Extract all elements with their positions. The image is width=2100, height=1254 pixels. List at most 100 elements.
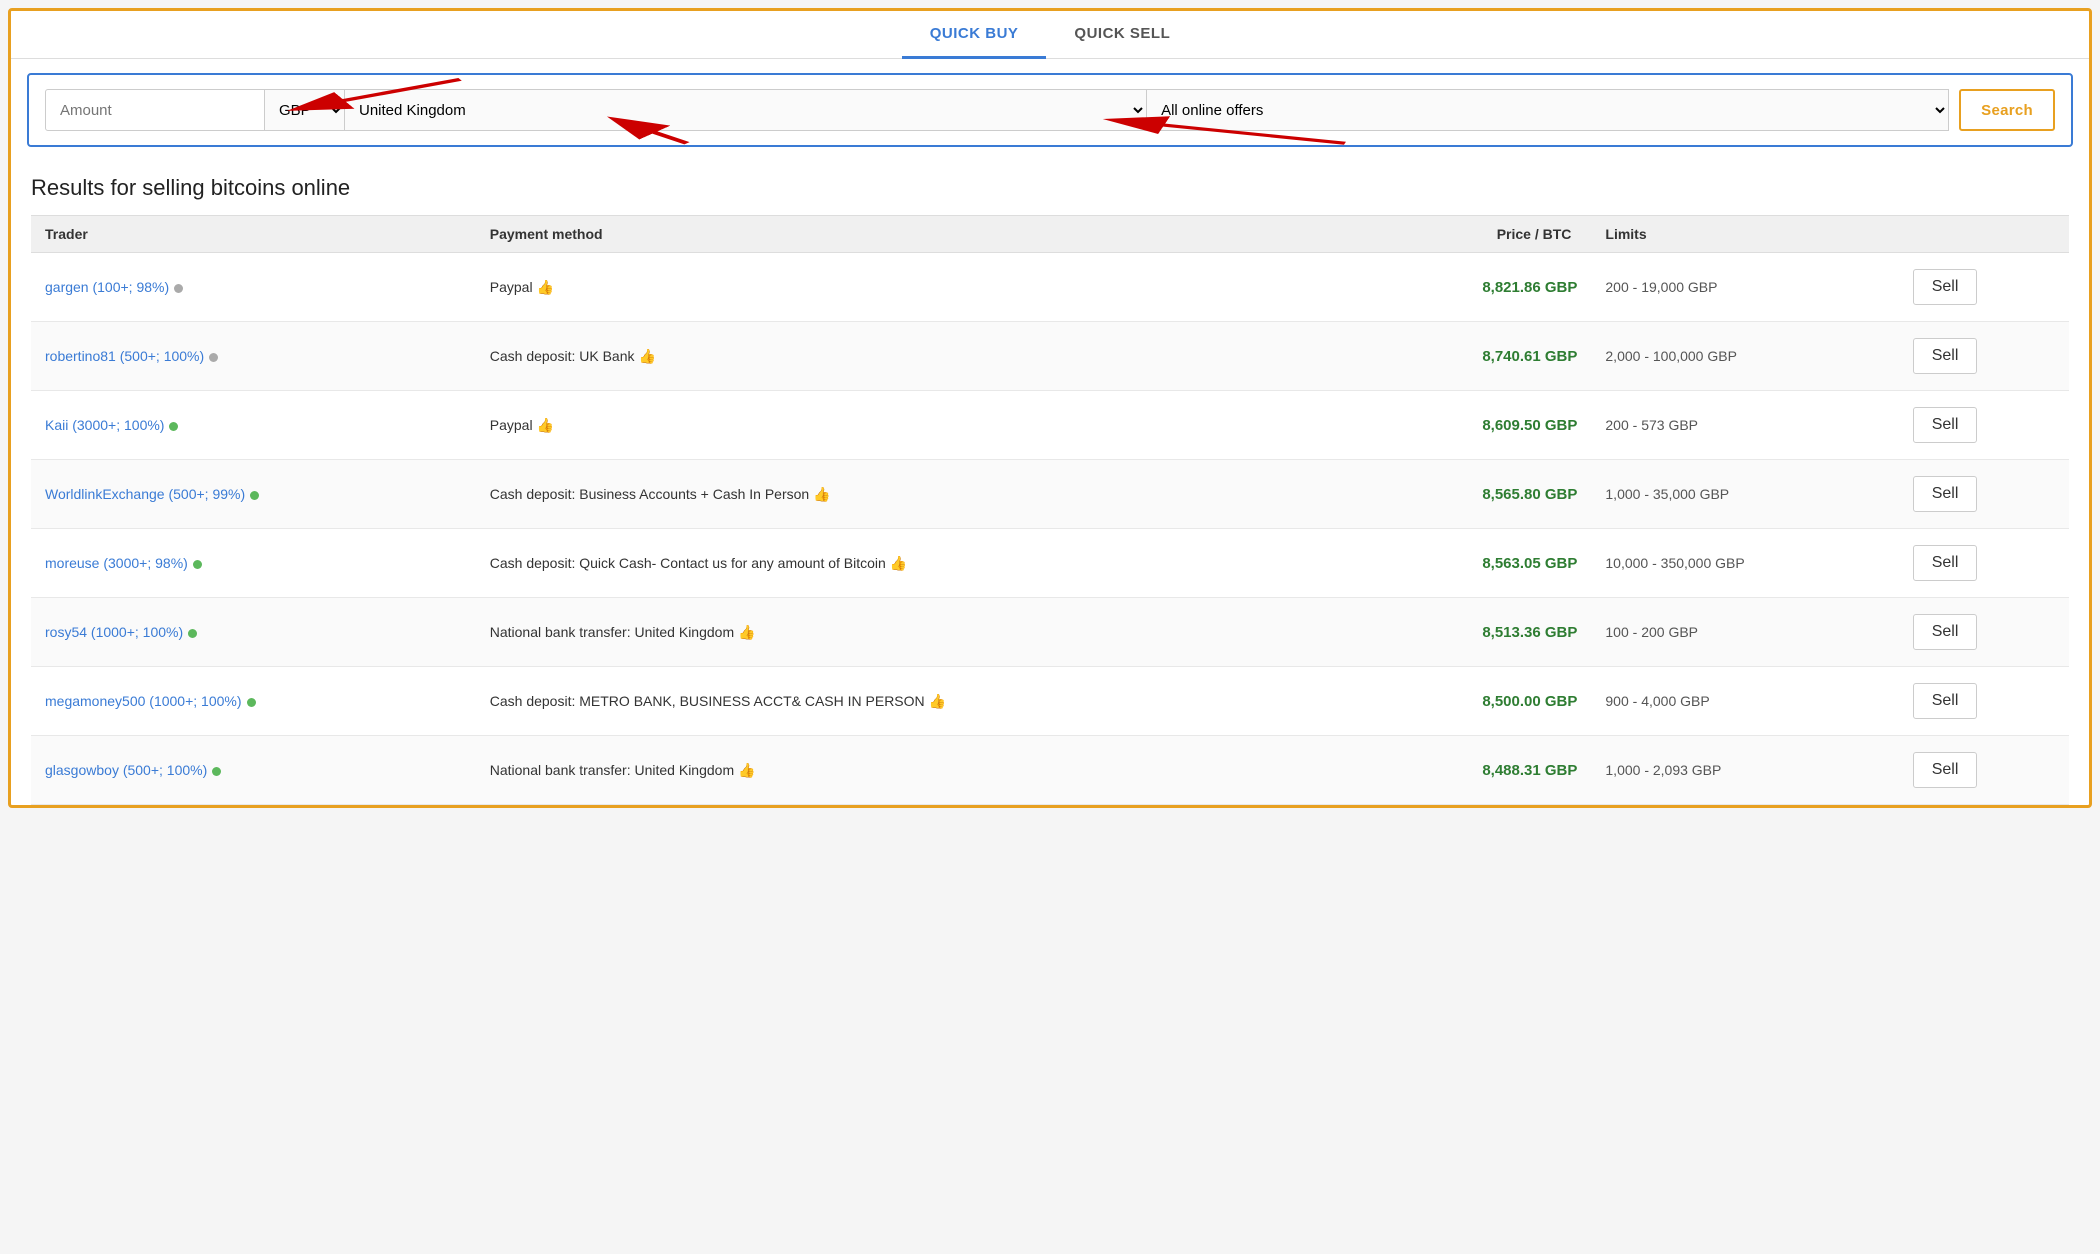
price-value: 8,563.05 GBP: [1482, 555, 1577, 572]
online-status-dot: [193, 560, 202, 569]
price-value: 8,740.61 GBP: [1482, 348, 1577, 365]
sell-button[interactable]: Sell: [1913, 614, 1978, 650]
limits-cell: 10,000 - 350,000 GBP: [1591, 529, 1898, 598]
thumbs-up-icon: 👍: [929, 693, 946, 709]
limits-cell: 100 - 200 GBP: [1591, 598, 1898, 667]
online-status-dot: [209, 353, 218, 362]
table-row: megamoney500 (1000+; 100%) Cash deposit: …: [31, 667, 2069, 736]
trader-name[interactable]: moreuse (3000+; 98%): [45, 555, 188, 571]
payment-method-text: Paypal: [490, 417, 533, 433]
trader-name[interactable]: megamoney500 (1000+; 100%): [45, 693, 242, 709]
price-value: 8,565.80 GBP: [1482, 486, 1577, 503]
trader-name[interactable]: gargen (100+; 98%): [45, 279, 169, 295]
trader-cell: gargen (100+; 98%): [31, 253, 476, 322]
price-value: 8,513.36 GBP: [1482, 624, 1577, 641]
thumbs-up-icon: 👍: [890, 555, 907, 571]
col-trader: Trader: [31, 216, 476, 253]
thumbs-up-icon: 👍: [813, 486, 830, 502]
col-limits: Limits: [1591, 216, 1898, 253]
payment-cell: National bank transfer: United Kingdom👍: [476, 736, 1366, 805]
thumbs-up-icon: 👍: [537, 417, 554, 433]
limits-cell: 900 - 4,000 GBP: [1591, 667, 1898, 736]
col-action: [1899, 216, 2069, 253]
sell-cell: Sell: [1899, 598, 2069, 667]
sell-button[interactable]: Sell: [1913, 752, 1978, 788]
limits-cell: 1,000 - 2,093 GBP: [1591, 736, 1898, 805]
payment-cell: National bank transfer: United Kingdom👍: [476, 598, 1366, 667]
results-title: Results for selling bitcoins online: [31, 175, 2069, 201]
sell-button[interactable]: Sell: [1913, 407, 1978, 443]
currency-select[interactable]: GBP USD EUR: [265, 89, 345, 131]
trader-cell: Kaii (3000+; 100%): [31, 391, 476, 460]
online-status-dot: [169, 422, 178, 431]
online-status-dot: [212, 767, 221, 776]
online-status-dot: [250, 491, 259, 500]
limits-cell: 1,000 - 35,000 GBP: [1591, 460, 1898, 529]
payment-method-text: National bank transfer: United Kingdom: [490, 624, 734, 640]
sell-cell: Sell: [1899, 253, 2069, 322]
limits-cell: 200 - 573 GBP: [1591, 391, 1898, 460]
sell-button[interactable]: Sell: [1913, 683, 1978, 719]
country-select[interactable]: United Kingdom United States Germany: [345, 89, 1147, 131]
table-row: glasgowboy (500+; 100%) National bank tra…: [31, 736, 2069, 805]
payment-cell: Cash deposit: Business Accounts + Cash I…: [476, 460, 1366, 529]
trader-cell: robertino81 (500+; 100%): [31, 322, 476, 391]
col-price: Price / BTC: [1365, 216, 1591, 253]
sell-cell: Sell: [1899, 667, 2069, 736]
search-button[interactable]: Search: [1959, 89, 2055, 131]
trader-name[interactable]: Kaii (3000+; 100%): [45, 417, 164, 433]
payment-cell: Cash deposit: UK Bank👍: [476, 322, 1366, 391]
offers-select[interactable]: All online offers Paypal Bank transfer: [1147, 89, 1949, 131]
online-status-dot: [188, 629, 197, 638]
trader-name[interactable]: WorldlinkExchange (500+; 99%): [45, 486, 245, 502]
online-status-dot: [247, 698, 256, 707]
trader-cell: moreuse (3000+; 98%): [31, 529, 476, 598]
trader-name[interactable]: robertino81 (500+; 100%): [45, 348, 204, 364]
trader-name[interactable]: rosy54 (1000+; 100%): [45, 624, 183, 640]
price-value: 8,500.00 GBP: [1482, 693, 1577, 710]
payment-cell: Cash deposit: Quick Cash- Contact us for…: [476, 529, 1366, 598]
results-section: Results for selling bitcoins online Trad…: [11, 161, 2089, 805]
table-row: rosy54 (1000+; 100%) National bank transf…: [31, 598, 2069, 667]
price-value: 8,488.31 GBP: [1482, 762, 1577, 779]
trader-cell: glasgowboy (500+; 100%): [31, 736, 476, 805]
limits-cell: 200 - 19,000 GBP: [1591, 253, 1898, 322]
payment-method-text: Cash deposit: METRO BANK, BUSINESS ACCT&…: [490, 693, 925, 709]
table-row: gargen (100+; 98%) Paypal👍 8,821.86 GBP 200…: [31, 253, 2069, 322]
price-cell: 8,563.05 GBP: [1365, 529, 1591, 598]
sell-cell: Sell: [1899, 460, 2069, 529]
tab-quick-sell[interactable]: QUICK SELL: [1046, 11, 1198, 59]
payment-method-text: Paypal: [490, 279, 533, 295]
amount-input[interactable]: [45, 89, 265, 131]
price-cell: 8,513.36 GBP: [1365, 598, 1591, 667]
price-cell: 8,488.31 GBP: [1365, 736, 1591, 805]
table-row: WorldlinkExchange (500+; 99%) Cash deposi…: [31, 460, 2069, 529]
trader-name[interactable]: glasgowboy (500+; 100%): [45, 762, 207, 778]
payment-method-text: Cash deposit: Business Accounts + Cash I…: [490, 486, 809, 502]
sell-cell: Sell: [1899, 529, 2069, 598]
col-payment: Payment method: [476, 216, 1366, 253]
sell-cell: Sell: [1899, 322, 2069, 391]
sell-button[interactable]: Sell: [1913, 338, 1978, 374]
main-container: QUICK BUY QUICK SELL GBP USD EUR United …: [8, 8, 2092, 808]
thumbs-up-icon: 👍: [738, 762, 755, 778]
trader-cell: megamoney500 (1000+; 100%): [31, 667, 476, 736]
table-row: robertino81 (500+; 100%) Cash deposit: UK…: [31, 322, 2069, 391]
sell-cell: Sell: [1899, 391, 2069, 460]
price-value: 8,821.86 GBP: [1482, 279, 1577, 296]
thumbs-up-icon: 👍: [537, 279, 554, 295]
table-row: Kaii (3000+; 100%) Paypal👍 8,609.50 GBP 200…: [31, 391, 2069, 460]
price-cell: 8,740.61 GBP: [1365, 322, 1591, 391]
trader-cell: WorldlinkExchange (500+; 99%): [31, 460, 476, 529]
tab-quick-buy[interactable]: QUICK BUY: [902, 11, 1047, 59]
sell-button[interactable]: Sell: [1913, 545, 1978, 581]
payment-method-text: Cash deposit: UK Bank: [490, 348, 635, 364]
payment-cell: Paypal👍: [476, 391, 1366, 460]
trader-cell: rosy54 (1000+; 100%): [31, 598, 476, 667]
price-value: 8,609.50 GBP: [1482, 417, 1577, 434]
sell-cell: Sell: [1899, 736, 2069, 805]
table-row: moreuse (3000+; 98%) Cash deposit: Quick …: [31, 529, 2069, 598]
sell-button[interactable]: Sell: [1913, 476, 1978, 512]
sell-button[interactable]: Sell: [1913, 269, 1978, 305]
trade-table: Trader Payment method Price / BTC Limits…: [31, 215, 2069, 805]
